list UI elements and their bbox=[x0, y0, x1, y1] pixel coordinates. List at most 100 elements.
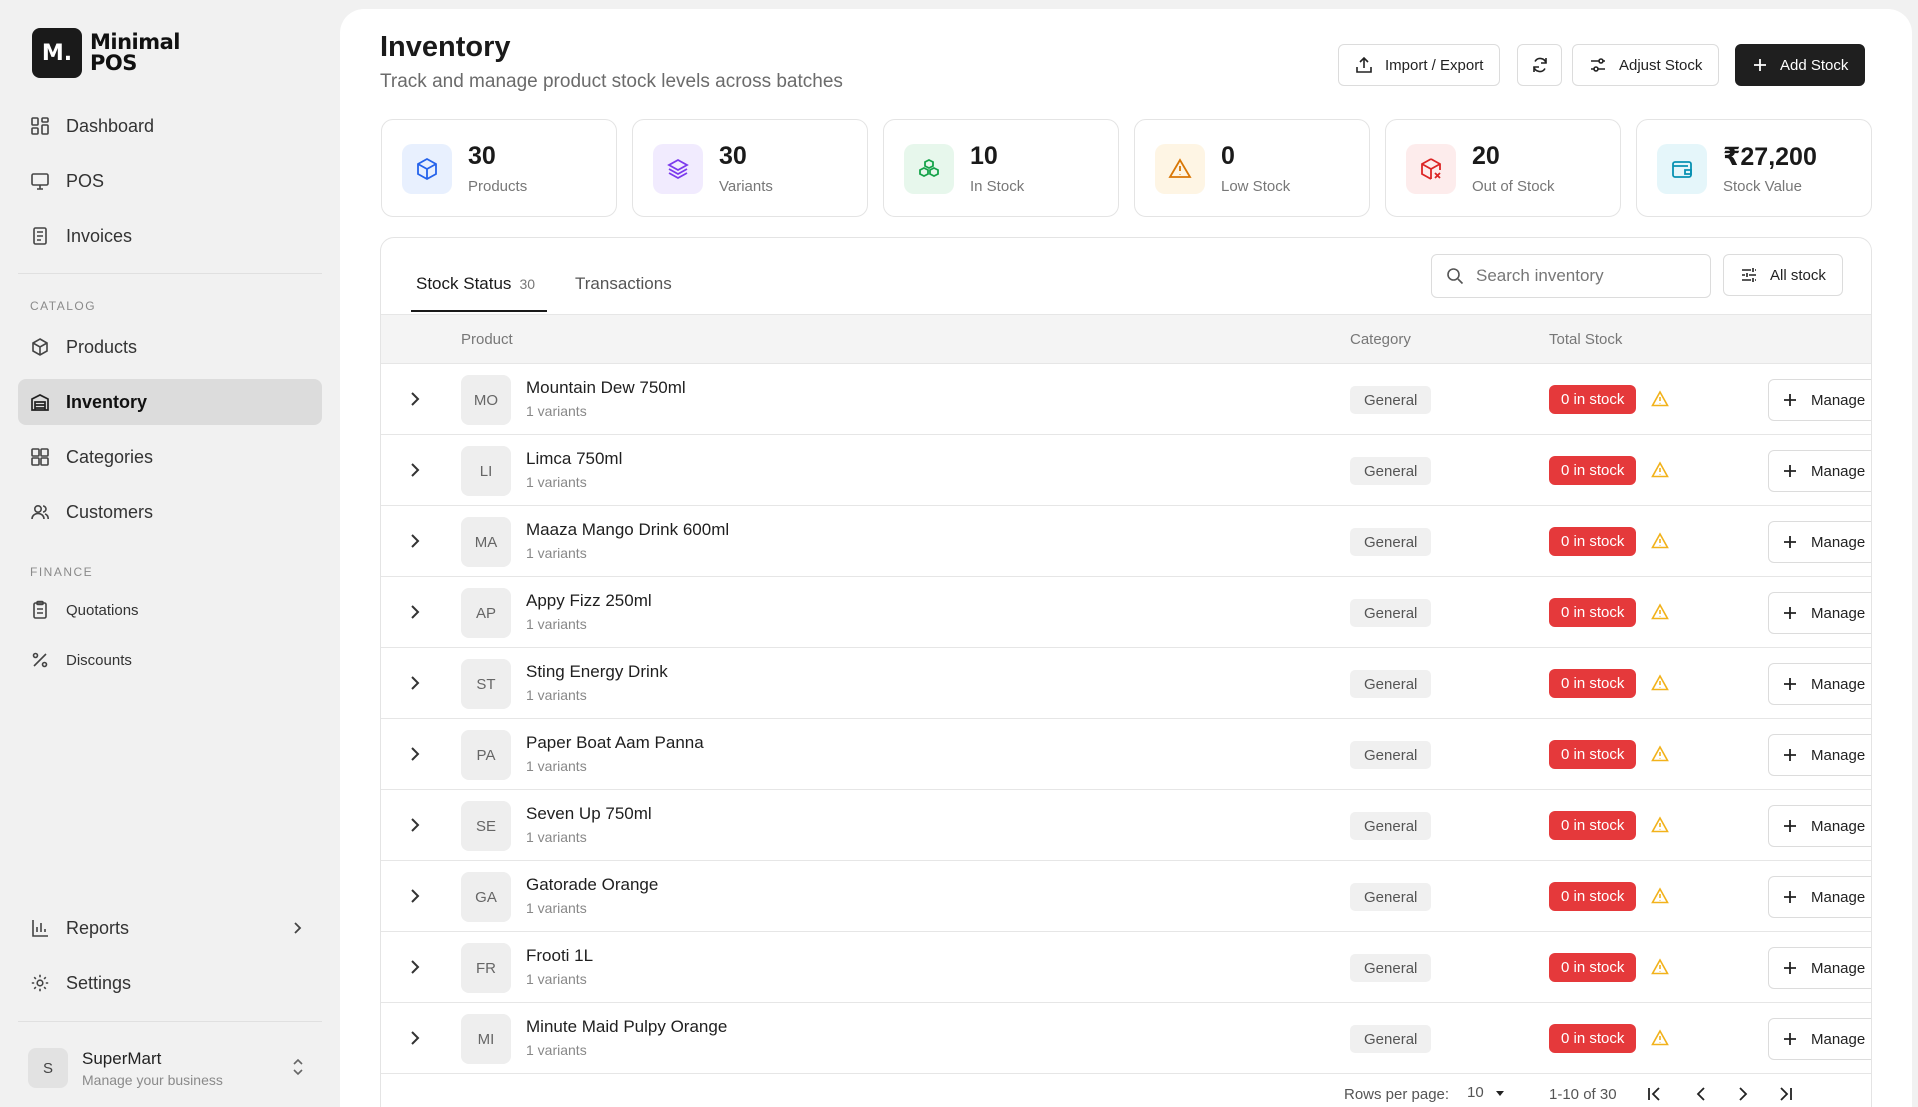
chevron-right-icon[interactable] bbox=[403, 458, 427, 482]
manage-button[interactable]: Manage bbox=[1768, 450, 1871, 492]
manage-button[interactable]: Manage bbox=[1768, 947, 1871, 989]
manage-button[interactable]: Manage bbox=[1768, 663, 1871, 705]
page-subtitle: Track and manage product stock levels ac… bbox=[380, 71, 843, 92]
brand-logo[interactable]: M. Minimal POS bbox=[32, 28, 181, 78]
chevron-right-icon[interactable] bbox=[403, 1026, 427, 1050]
finance-heading: FINANCE bbox=[30, 565, 94, 579]
stat-label: In Stock bbox=[970, 178, 1025, 195]
product-variants: 1 variants bbox=[526, 971, 587, 987]
product-variants: 1 variants bbox=[526, 758, 587, 774]
active-tab-indicator bbox=[411, 310, 547, 312]
plus-icon bbox=[1784, 820, 1796, 832]
tab-transactions[interactable]: Transactions bbox=[575, 274, 672, 294]
chevron-right-icon[interactable] bbox=[403, 671, 427, 695]
first-page-icon[interactable] bbox=[1644, 1084, 1664, 1104]
refresh-button[interactable] bbox=[1517, 44, 1562, 86]
receipt-icon bbox=[33, 227, 47, 245]
sidebar-divider bbox=[18, 1021, 322, 1022]
sidebar-item-discounts[interactable]: Discounts bbox=[18, 637, 322, 683]
refresh-icon bbox=[1532, 57, 1547, 73]
chevron-right-icon[interactable] bbox=[403, 600, 427, 624]
category-badge: General bbox=[1350, 528, 1432, 556]
product-variants: 1 variants bbox=[526, 545, 587, 561]
upload-icon bbox=[1356, 56, 1372, 73]
category-badge: General bbox=[1350, 457, 1432, 485]
plus-icon bbox=[1784, 536, 1796, 548]
stat-card-variants: 30 Variants bbox=[632, 119, 868, 217]
plus-icon bbox=[1784, 962, 1796, 974]
manage-button[interactable]: Manage bbox=[1768, 592, 1871, 634]
sidebar-item-invoices[interactable]: Invoices bbox=[18, 213, 322, 259]
manage-button[interactable]: Manage bbox=[1768, 1018, 1871, 1060]
last-page-icon[interactable] bbox=[1776, 1084, 1796, 1104]
table-row: MI Minute Maid Pulpy Orange 1 variants G… bbox=[381, 1003, 1871, 1074]
add-stock-button[interactable]: Add Stock bbox=[1735, 44, 1866, 86]
stock-status-badge: 0 in stock bbox=[1549, 527, 1637, 556]
warning-icon bbox=[1651, 1029, 1669, 1046]
grid-icon bbox=[31, 448, 49, 466]
previous-page-icon[interactable] bbox=[1691, 1084, 1711, 1104]
product-avatar: MI bbox=[461, 1014, 511, 1064]
sidebar-item-customers[interactable]: Customers bbox=[18, 489, 322, 535]
product-avatar: MA bbox=[461, 517, 511, 567]
sliders-icon bbox=[1591, 58, 1605, 72]
warning-icon bbox=[1651, 674, 1669, 691]
rows-per-page-select[interactable]: 10 bbox=[1467, 1084, 1506, 1101]
sidebar-item-products[interactable]: Products bbox=[18, 324, 322, 370]
sidebar-item-settings[interactable]: Settings bbox=[18, 960, 322, 1006]
sidebar-item-label: Categories bbox=[66, 446, 154, 467]
sidebar-item-label: Reports bbox=[66, 917, 130, 938]
tab-stock-status[interactable]: Stock Status 30 bbox=[416, 274, 535, 294]
manage-button[interactable]: Manage bbox=[1768, 379, 1871, 421]
product-variants: 1 variants bbox=[526, 829, 587, 845]
plus-icon bbox=[1784, 1033, 1796, 1045]
stat-card-out-of-stock: 20 Out of Stock bbox=[1385, 119, 1621, 217]
plus-icon bbox=[1784, 465, 1796, 477]
chevron-right-icon[interactable] bbox=[403, 387, 427, 411]
logo-wordmark: Minimal POS bbox=[90, 30, 181, 75]
search-box[interactable] bbox=[1431, 254, 1711, 298]
product-variants: 1 variants bbox=[526, 900, 587, 916]
plus-icon bbox=[1784, 749, 1796, 761]
alert-triangle-icon bbox=[1155, 144, 1205, 194]
sidebar-item-dashboard[interactable]: Dashboard bbox=[18, 103, 322, 149]
business-switcher[interactable]: S SuperMart Manage your business bbox=[28, 1044, 318, 1092]
chevron-right-icon[interactable] bbox=[403, 742, 427, 766]
chevron-right-icon[interactable] bbox=[403, 884, 427, 908]
business-name: SuperMart bbox=[82, 1048, 162, 1068]
warning-icon bbox=[1651, 461, 1669, 478]
sidebar-item-label: Dashboard bbox=[66, 115, 155, 136]
adjust-stock-button[interactable]: Adjust Stock bbox=[1572, 44, 1720, 86]
sidebar-item-quotations[interactable]: Quotations bbox=[18, 587, 322, 633]
page-title: Inventory bbox=[380, 31, 511, 63]
product-avatar: ST bbox=[461, 659, 511, 709]
chevron-right-icon[interactable] bbox=[403, 813, 427, 837]
sidebar-item-inventory[interactable]: Inventory bbox=[18, 379, 322, 425]
category-badge: General bbox=[1350, 741, 1432, 769]
manage-button[interactable]: Manage bbox=[1768, 521, 1871, 563]
chevron-right-icon[interactable] bbox=[403, 529, 427, 553]
sidebar-item-pos[interactable]: POS bbox=[18, 158, 322, 204]
search-input[interactable] bbox=[1476, 266, 1696, 286]
sidebar-item-categories[interactable]: Categories bbox=[18, 434, 322, 480]
rows-per-page-label: Rows per page: bbox=[1344, 1086, 1450, 1103]
stat-label: Out of Stock bbox=[1472, 178, 1555, 195]
manage-button[interactable]: Manage bbox=[1768, 805, 1871, 847]
import-export-button[interactable]: Import / Export bbox=[1338, 44, 1501, 86]
chevron-right-icon[interactable] bbox=[403, 955, 427, 979]
sidebar-item-reports[interactable]: Reports bbox=[18, 905, 322, 951]
manage-button[interactable]: Manage bbox=[1768, 734, 1871, 776]
users-icon bbox=[31, 504, 49, 520]
inventory-card: Stock Status30 Transactions All stock Pr… bbox=[380, 237, 1872, 1107]
catalog-heading: CATALOG bbox=[30, 299, 97, 313]
product-variants: 1 variants bbox=[526, 1042, 587, 1058]
stock-filter-button[interactable]: All stock bbox=[1723, 254, 1843, 296]
next-page-icon[interactable] bbox=[1733, 1084, 1753, 1104]
table-row: FR Frooti 1L 1 variants General 0 in sto… bbox=[381, 932, 1871, 1003]
product-name: Sting Energy Drink bbox=[526, 662, 668, 681]
warning-icon bbox=[1651, 958, 1669, 975]
stat-value: 10 bbox=[970, 142, 998, 170]
sidebar-item-label: Customers bbox=[66, 501, 154, 522]
stock-status-badge: 0 in stock bbox=[1549, 456, 1637, 485]
manage-button[interactable]: Manage bbox=[1768, 876, 1871, 918]
